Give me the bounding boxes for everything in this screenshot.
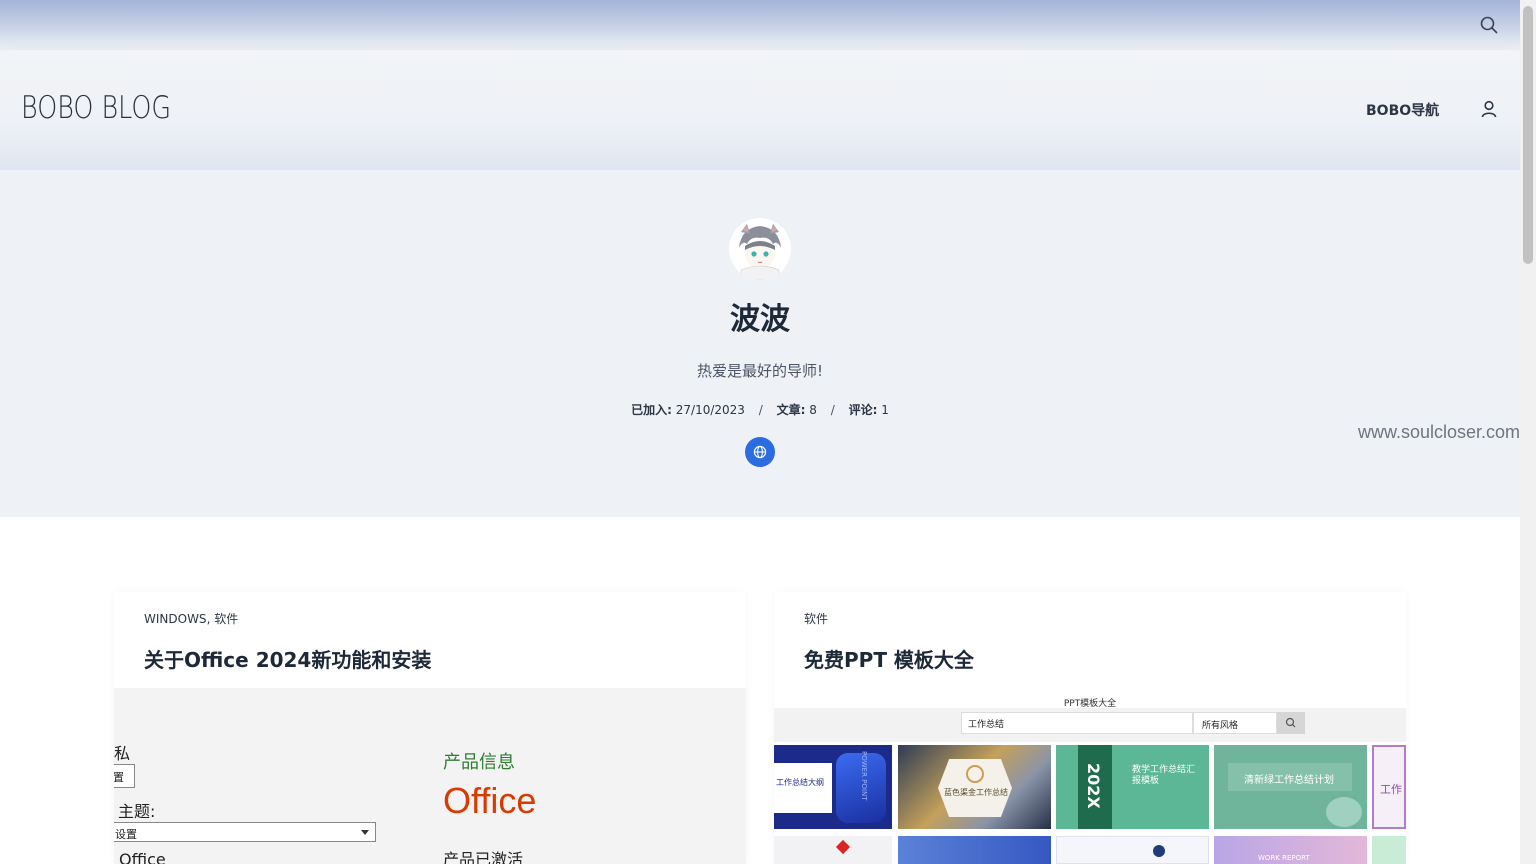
- category-link[interactable]: WINDOWS: [144, 612, 207, 626]
- site-logo[interactable]: BOBO BLOG: [21, 90, 171, 126]
- watermark: www.soulcloser.com: [1358, 422, 1521, 442]
- thumb-text: 产品已激活: [443, 850, 524, 864]
- post-categories: WINDOWS, 软件: [144, 612, 239, 626]
- ppt-template-tile: 工作: [1372, 745, 1406, 829]
- category-link[interactable]: 软件: [214, 612, 238, 626]
- post-title[interactable]: 关于Office 2024新功能和安装: [144, 644, 431, 673]
- site-header: BOBO BLOG BOBO导航: [0, 50, 1520, 170]
- page-scrollbar[interactable]: [1520, 0, 1536, 864]
- thumb-text: 清新绿工作总结计划: [1244, 775, 1334, 786]
- thumb-search-input: 工作总结: [961, 712, 1193, 734]
- thumb-search-button: [1277, 712, 1305, 734]
- ppt-template-tile: 202X 教学工作总结汇报模板: [1056, 745, 1209, 829]
- thumb-text: 202X: [1084, 763, 1103, 809]
- ppt-template-tile: 工作总结大纲 POWER POINT: [774, 745, 892, 829]
- ppt-template-tile: [1056, 836, 1209, 864]
- thumb-text: WORK REPORT: [1258, 854, 1310, 862]
- comments-label: 评论:: [848, 403, 878, 417]
- user-icon[interactable]: [1480, 100, 1498, 118]
- ppt-template-tile: WORK REPORT: [1214, 836, 1367, 864]
- comments-value: 1: [881, 403, 889, 417]
- posts-label: 文章:: [776, 403, 806, 417]
- thumb-style-select: 所有风格: [1193, 712, 1277, 734]
- thumb-text: POWER POINT: [860, 751, 868, 801]
- avatar-illustration: [729, 218, 791, 280]
- author-tagline: 热爱是最好的导师!: [696, 362, 823, 380]
- author-hero: 波波 热爱是最好的导师! 已加入: 27/10/2023 / 文章: 8 / 评…: [0, 170, 1520, 517]
- thumb-text: 置: [114, 764, 135, 788]
- thumb-text: 教学工作总结汇报模板: [1132, 765, 1196, 786]
- thumb-text: Office: [119, 850, 166, 864]
- post-thumbnail[interactable]: 私 置 主题: 设置 Office 产品信息 Office 产品已激活: [114, 688, 746, 864]
- posts-value: 8: [809, 403, 817, 417]
- nav-link-bobo[interactable]: BOBO导航: [1366, 100, 1439, 120]
- thumb-text: 私: [114, 744, 131, 763]
- post-categories: 软件: [804, 610, 828, 627]
- thumb-text: 设置: [115, 828, 137, 841]
- ppt-template-tile: [1372, 836, 1406, 864]
- ppt-template-tile: [898, 836, 1051, 864]
- meta-separator: /: [758, 403, 763, 417]
- category-link[interactable]: 软件: [804, 612, 828, 626]
- globe-icon: [753, 445, 767, 459]
- thumb-text: 主题:: [118, 802, 156, 821]
- thumb-text: 蓝色渠金工作总结: [944, 788, 1008, 797]
- ppt-template-tile: [774, 836, 892, 864]
- post-thumbnail[interactable]: PPT模板大全 工作总结 所有风格 工作总结大纲 POWER POINT 蓝色渠…: [774, 688, 1406, 864]
- thumb-text: 产品信息: [443, 752, 515, 773]
- author-name: 波波: [730, 302, 790, 337]
- meta-separator: /: [830, 403, 835, 417]
- joined-value: 27/10/2023: [675, 403, 745, 417]
- thumb-text: 工作总结大纲: [776, 778, 824, 787]
- scrollbar-thumb[interactable]: [1523, 6, 1533, 264]
- search-icon[interactable]: [1480, 16, 1498, 34]
- author-meta: 已加入: 27/10/2023 / 文章: 8 / 评论: 1: [0, 401, 1520, 418]
- chevron-down-icon: [361, 830, 369, 835]
- ppt-template-tile: 清新绿工作总结计划: [1214, 745, 1367, 829]
- search-icon: [1285, 717, 1296, 728]
- ppt-template-tile: 蓝色渠金工作总结: [898, 745, 1051, 829]
- office-logo: Office: [443, 780, 537, 821]
- post-card[interactable]: WINDOWS, 软件 关于Office 2024新功能和安装 私 置 主题: …: [114, 592, 746, 864]
- post-card[interactable]: 软件 免费PPT 模板大全 PPT模板大全 工作总结 所有风格 工作总结大纲 P…: [774, 592, 1406, 864]
- top-bar: [0, 0, 1520, 50]
- avatar: [729, 218, 791, 280]
- post-title[interactable]: 免费PPT 模板大全: [804, 644, 974, 673]
- website-button[interactable]: [745, 437, 775, 467]
- thumb-dropdown: 设置: [114, 822, 376, 842]
- joined-label: 已加入:: [631, 403, 672, 417]
- thumb-text: 工作: [1380, 783, 1402, 796]
